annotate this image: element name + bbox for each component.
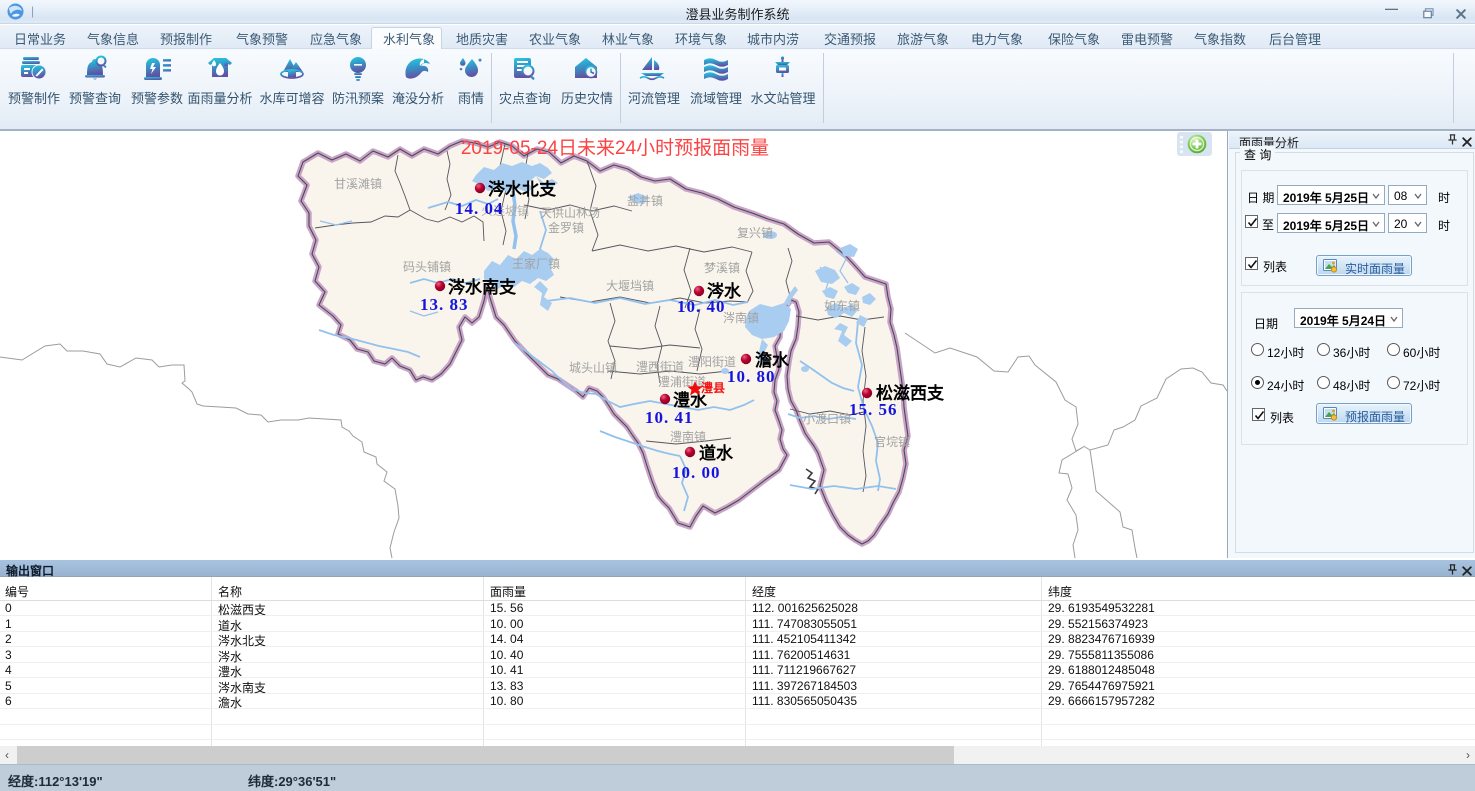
svg-text:10. 80: 10. 80 — [727, 367, 776, 386]
svg-text:金罗镇: 金罗镇 — [548, 220, 584, 235]
svg-text:王家厂镇: 王家厂镇 — [512, 256, 560, 271]
svg-text:10. 40: 10. 40 — [677, 297, 726, 316]
svg-text:15. 56: 15. 56 — [849, 400, 898, 419]
svg-text:澧南镇: 澧南镇 — [670, 429, 706, 444]
svg-text:码头铺镇: 码头铺镇 — [403, 260, 451, 274]
svg-text:小渡口镇: 小渡口镇 — [803, 411, 851, 426]
svg-text:天供山林场: 天供山林场 — [540, 206, 600, 220]
svg-text:澧县: 澧县 — [701, 380, 725, 395]
svg-text:10. 00: 10. 00 — [672, 463, 721, 482]
svg-text:大堰垱镇: 大堰垱镇 — [606, 279, 654, 293]
svg-text:道水: 道水 — [699, 443, 734, 463]
svg-text:城头山镇: 城头山镇 — [569, 361, 617, 375]
svg-text:涔南镇: 涔南镇 — [723, 310, 759, 325]
svg-text:如东镇: 如东镇 — [824, 298, 860, 313]
svg-text:复兴镇: 复兴镇 — [737, 226, 773, 240]
svg-text:官垸镇: 官垸镇 — [874, 434, 910, 449]
svg-text:14. 04: 14. 04 — [455, 199, 504, 218]
svg-text:甘溪滩镇: 甘溪滩镇 — [334, 177, 382, 191]
svg-text:澧西街道: 澧西街道 — [636, 360, 684, 374]
svg-text:13. 83: 13. 83 — [420, 295, 469, 314]
svg-text:涔水南支: 涔水南支 — [448, 277, 517, 297]
svg-text:涔水北支: 涔水北支 — [488, 179, 557, 199]
svg-text:10. 41: 10. 41 — [645, 408, 694, 427]
svg-text:梦溪镇: 梦溪镇 — [704, 261, 740, 275]
svg-text:盐井镇: 盐井镇 — [627, 194, 663, 208]
